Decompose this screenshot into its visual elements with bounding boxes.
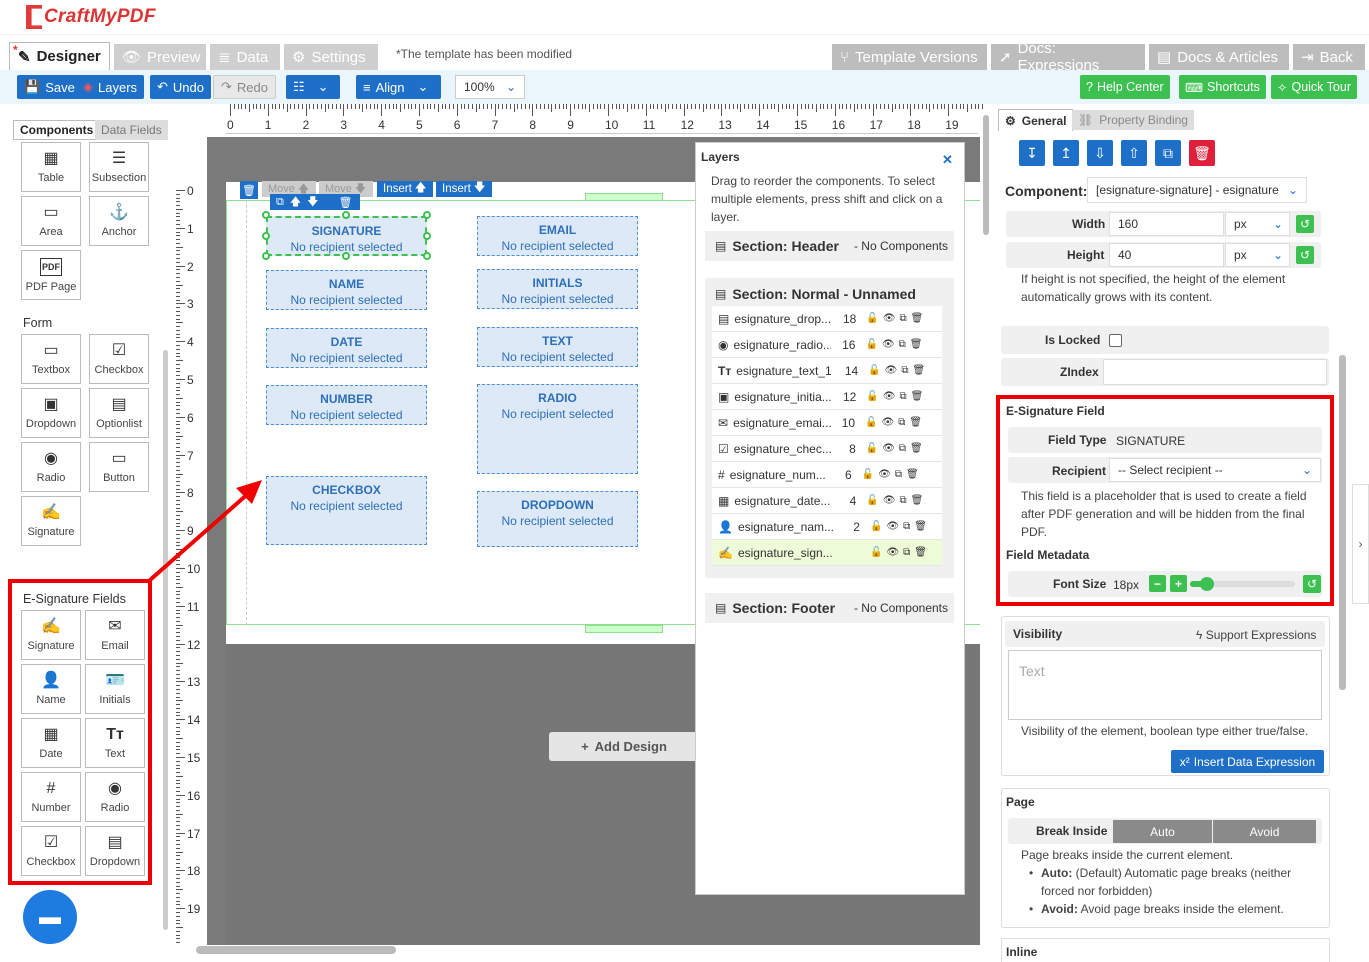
layer-actions-icon[interactable]: 🔓👁⧉🗑	[865, 417, 926, 428]
calendar-icon: ▦	[718, 493, 730, 508]
send-backward-button[interactable]: ↥	[1053, 140, 1079, 166]
break-avoid-button[interactable]: Avoid	[1213, 820, 1316, 843]
layer-row[interactable]: ▣ esignature_initia... 12 🔓👁⧉🗑	[712, 384, 942, 410]
layer-row[interactable]: ✉ esignature_emai... 10 🔓👁⧉🗑	[712, 410, 942, 436]
layer-row[interactable]: ▤ esignature_drop... 18 🔓👁⧉🗑	[712, 306, 942, 332]
layer-row[interactable]: # esignature_num... 6 🔓👁⧉🗑	[712, 462, 942, 488]
layer-actions-icon[interactable]: 🔓👁⧉🗑	[868, 365, 929, 376]
send-to-back-button[interactable]: ↧	[1019, 140, 1045, 166]
section-icon: ▤	[715, 601, 727, 615]
layer-row[interactable]: ☑ esignature_chec... 8 🔓👁⧉🗑	[712, 436, 942, 462]
auto-note: • Auto: (Default) Automatic page breaks (…	[1029, 866, 1292, 898]
text-icon: Tт	[718, 363, 732, 378]
layers-description: Drag to reorder the components. To selec…	[711, 174, 943, 224]
width-unit-select[interactable]: px ⌄	[1225, 212, 1290, 236]
collapse-panel-icon[interactable]: ›	[1352, 484, 1369, 604]
height-unit-select[interactable]: px ⌄	[1225, 243, 1290, 267]
width-input[interactable]: 160	[1109, 212, 1224, 236]
checkbox-icon: ☑	[718, 441, 729, 456]
component-label: Component:	[1005, 183, 1088, 199]
radio-icon: ◉	[718, 337, 729, 352]
layer-actions-icon[interactable]: 🔓👁⧉🗑	[870, 547, 931, 558]
section-icon: ▤	[715, 287, 727, 301]
inline-card	[1001, 938, 1330, 962]
visibility-note: Visibility of the element, boolean type …	[1021, 724, 1309, 738]
layers-title: Layers	[701, 150, 740, 164]
zindex-input[interactable]	[1103, 359, 1327, 385]
tab-property-binding[interactable]: ⛓ Property Binding	[1072, 110, 1194, 130]
layer-actions-icon[interactable]: 🔓👁⧉🗑	[866, 391, 927, 402]
bolt-icon: ϟ	[1196, 628, 1206, 642]
bring-forward-button[interactable]: ⇩	[1087, 140, 1113, 166]
layer-row-selected[interactable]: ✍ esignature_sign... 🔓👁⧉🗑	[712, 540, 942, 566]
tab-general[interactable]: ⚙ General	[998, 109, 1074, 131]
gear-icon: ⚙	[1005, 113, 1016, 128]
layers-close-icon[interactable]: ✕	[942, 152, 953, 168]
plus-icon: +	[581, 739, 589, 754]
break-inside-label: Break Inside	[1036, 824, 1108, 838]
layer-row[interactable]: ◉ esignature_radio... 16 🔓👁⧉🗑	[712, 332, 942, 358]
visibility-label: Visibility	[1013, 627, 1063, 641]
superscript-icon: x²	[1179, 754, 1190, 769]
height-label: Height	[1067, 248, 1105, 262]
locked-checkbox[interactable]	[1109, 334, 1122, 347]
duplicate-button[interactable]: ⧉	[1155, 140, 1181, 166]
height-note: If height is not specified, the height o…	[1021, 272, 1286, 304]
canvas-h-scrollbar[interactable]	[196, 946, 396, 954]
inline-title: Inline	[1006, 945, 1038, 959]
layer-actions-icon[interactable]: 🔓👁⧉🗑	[865, 339, 926, 350]
user-icon: 👤	[718, 519, 733, 534]
break-note: Page breaks inside the current element.	[1021, 848, 1234, 862]
layer-actions-icon[interactable]: 🔓👁⧉🗑	[866, 495, 927, 506]
layer-actions-icon[interactable]: 🔓👁⧉🗑	[866, 443, 927, 454]
chevron-down-icon: ⌄	[1287, 183, 1298, 197]
section-footer[interactable]: ▤ Section: Footer - No Components	[705, 593, 954, 623]
chevron-down-icon: ⌄	[1272, 217, 1283, 231]
page-title: Page	[1006, 795, 1035, 809]
chevron-down-icon: ⌄	[1272, 248, 1283, 262]
layer-actions-icon[interactable]: 🔓👁⧉🗑	[870, 521, 931, 532]
section-header[interactable]: ▤ Section: Header - No Components	[705, 231, 954, 261]
layer-row[interactable]: 👤 esignature_nam... 2 🔓👁⧉🗑	[712, 514, 942, 540]
signature-icon: ✍	[718, 545, 733, 560]
id-badge-icon: ▣	[718, 389, 730, 404]
canvas-v-scrollbar[interactable]	[983, 115, 989, 235]
highlight-esig-properties	[996, 395, 1334, 606]
right-scrollbar[interactable]	[1339, 355, 1346, 690]
table-icon: ▤	[718, 311, 730, 326]
layer-row[interactable]: ▦ esignature_date... 4 🔓👁⧉🗑	[712, 488, 942, 514]
section-normal-header[interactable]: ▤ Section: Normal - Unnamed	[715, 286, 916, 302]
zindex-label: ZIndex	[1060, 365, 1099, 379]
add-design-button[interactable]: + Add Design	[549, 732, 699, 761]
layer-actions-icon[interactable]: 🔓👁⧉🗑	[862, 469, 923, 480]
layer-actions-icon[interactable]: 🔓👁⧉🗑	[866, 313, 927, 324]
hash-icon: #	[718, 467, 725, 482]
height-input[interactable]: 40	[1109, 243, 1224, 267]
insert-data-expression-button[interactable]: x² Insert Data Expression	[1171, 750, 1324, 773]
support-expressions: ϟ Support Expressions	[1196, 628, 1317, 642]
layer-row[interactable]: Tт esignature_text_1 14 🔓👁⧉🗑	[712, 358, 942, 384]
height-reset-icon[interactable]: ↺	[1296, 246, 1314, 264]
width-label: Width	[1072, 217, 1106, 231]
break-auto-button[interactable]: Auto	[1113, 820, 1212, 843]
bring-to-front-button[interactable]: ⇧	[1121, 140, 1147, 166]
delete-button[interactable]: 🗑	[1189, 140, 1215, 166]
component-select[interactable]: [esignature-signature] - esignature ⌄	[1087, 177, 1307, 203]
avoid-note: • Avoid: Avoid page breaks inside the ele…	[1029, 902, 1284, 916]
envelope-icon: ✉	[718, 415, 729, 430]
section-icon: ▤	[715, 239, 727, 253]
locked-label: Is Locked	[1045, 333, 1101, 347]
link-icon: ⛓	[1078, 113, 1094, 127]
width-reset-icon[interactable]: ↺	[1296, 215, 1314, 233]
visibility-textarea[interactable]: Text	[1008, 650, 1322, 720]
